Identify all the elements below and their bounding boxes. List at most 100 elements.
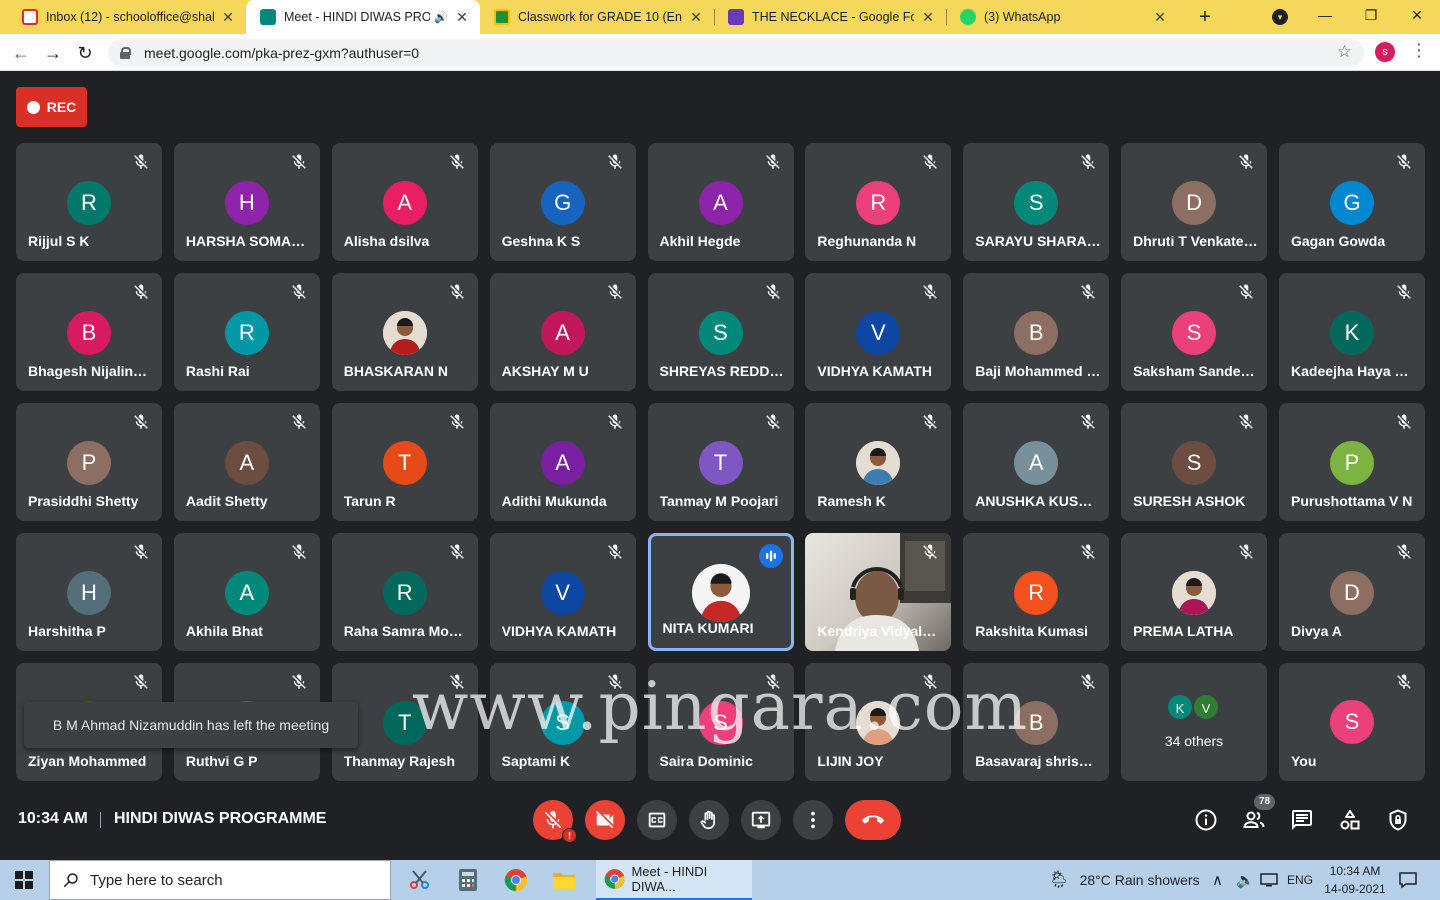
chat-button[interactable] bbox=[1288, 806, 1316, 834]
mic-toggle-button[interactable]: ! bbox=[533, 800, 577, 843]
activities-button[interactable] bbox=[1336, 806, 1364, 834]
participant-tile[interactable]: A Akhil Hegde bbox=[647, 143, 794, 261]
participant-tile[interactable]: T Tarun R bbox=[331, 403, 478, 521]
leave-call-button[interactable] bbox=[845, 800, 901, 840]
minimize-icon[interactable]: — bbox=[1312, 4, 1338, 26]
participant-count-badge: 78 bbox=[1254, 794, 1276, 810]
mic-off-icon bbox=[134, 544, 148, 559]
participant-tile[interactable]: NITA KUMARI bbox=[647, 533, 794, 651]
browser-menu-icon[interactable]: ⋮ bbox=[1410, 40, 1428, 61]
participant-tile[interactable]: P Prasiddhi Shetty bbox=[16, 403, 162, 521]
close-icon[interactable]: ✕ bbox=[688, 9, 704, 26]
notifications-icon[interactable] bbox=[1398, 860, 1418, 900]
window-close-icon[interactable]: ✕ bbox=[1404, 4, 1430, 26]
participant-tile[interactable]: D Divya A bbox=[1279, 533, 1425, 651]
lock-icon[interactable] bbox=[120, 47, 131, 59]
participant-tile[interactable]: G Gagan Gowda bbox=[1279, 143, 1425, 261]
calculator-button[interactable] bbox=[444, 860, 492, 900]
mic-off-icon bbox=[923, 544, 938, 559]
participant-tile[interactable]: PREMA LATHA bbox=[1121, 533, 1268, 651]
present-button[interactable] bbox=[741, 800, 781, 840]
participant-tile[interactable]: B Baji Mohammed Khan bbox=[963, 273, 1110, 391]
participant-tile[interactable]: K Kadeejha Haya Rahman bbox=[1279, 273, 1425, 391]
meeting-title: HINDI DIWAS PROGRAMME bbox=[114, 810, 327, 827]
avatar: K bbox=[1166, 693, 1194, 721]
mic-off-icon bbox=[1397, 674, 1411, 689]
participant-tile[interactable]: A Alisha dsilva bbox=[331, 143, 478, 261]
participant-tile[interactable]: B Bhagesh Nijalingappa bbox=[16, 273, 162, 391]
tab-search-icon[interactable]: ▾ bbox=[1272, 9, 1288, 25]
restore-icon[interactable]: ❐ bbox=[1358, 4, 1384, 26]
participant-name: Rakshita Kumasi bbox=[975, 623, 1089, 639]
participant-tile[interactable]: S SARAYU SHARANYA bbox=[963, 143, 1110, 261]
close-icon[interactable]: ✕ bbox=[220, 9, 236, 26]
close-icon[interactable]: ✕ bbox=[1152, 9, 1168, 26]
participant-tile[interactable]: A Akhila Bhat bbox=[173, 533, 320, 651]
people-button[interactable] bbox=[1240, 806, 1268, 834]
system-clock[interactable]: 10:34 AM 14-09-2021 bbox=[1322, 862, 1388, 898]
snipping-tool-button[interactable] bbox=[396, 860, 444, 900]
participant-tile[interactable]: R Raha Samra Mohammed bbox=[331, 533, 478, 651]
participant-tile[interactable]: A Aadit Shetty bbox=[173, 403, 320, 521]
avatar: R bbox=[382, 571, 427, 615]
participant-tile[interactable]: T Tanmay M Poojari bbox=[647, 403, 794, 521]
more-options-button[interactable] bbox=[793, 800, 833, 840]
participant-tile[interactable]: P Purushottama V N bbox=[1279, 403, 1425, 521]
tab-meet[interactable]: Meet - HINDI DIWAS PROGR 🔊 ✕ bbox=[246, 0, 480, 34]
profile-avatar[interactable]: s bbox=[1375, 42, 1395, 62]
participant-tile[interactable]: V VIDHYA KAMATH bbox=[489, 533, 636, 651]
close-icon[interactable]: ✕ bbox=[454, 9, 470, 26]
network-icon[interactable] bbox=[1260, 860, 1278, 900]
raise-hand-button[interactable] bbox=[689, 800, 729, 840]
new-tab-button[interactable]: + bbox=[1192, 4, 1218, 30]
bookmark-star-icon[interactable]: ☆ bbox=[1337, 42, 1352, 62]
search-placeholder: Type here to search bbox=[90, 871, 223, 889]
tab-classroom[interactable]: Classwork for GRADE 10 (English ✕ bbox=[480, 0, 714, 34]
others-tile[interactable]: K V 34 others bbox=[1121, 663, 1267, 781]
address-bar[interactable]: meet.google.com/pka-prez-gxm?authuser=0 … bbox=[108, 39, 1364, 67]
participant-tile[interactable]: S SHREYAS REDDY K bbox=[647, 273, 794, 391]
participant-tile[interactable]: A AKSHAY M U bbox=[489, 273, 636, 391]
speaker-icon[interactable]: 🔊 bbox=[434, 11, 448, 24]
forward-icon[interactable]: → bbox=[40, 40, 66, 66]
host-controls-button[interactable] bbox=[1384, 806, 1412, 834]
participant-tile[interactable]: S SURESH ASHOK bbox=[1121, 403, 1268, 521]
taskbar-search[interactable]: Type here to search bbox=[49, 860, 391, 900]
taskbar-running-app[interactable]: Meet - HINDI DIWA... bbox=[596, 860, 752, 900]
participant-tile[interactable]: R Rashi Rai bbox=[173, 273, 320, 391]
captions-button[interactable] bbox=[637, 800, 677, 840]
participant-tile[interactable]: Ramesh K bbox=[805, 403, 952, 521]
participant-tile[interactable]: S Saksham Sanderson bbox=[1121, 273, 1268, 391]
participant-tile[interactable]: H Harshitha P bbox=[16, 533, 162, 651]
tab-gmail[interactable]: Inbox (12) - schooloffice@shakti ✕ bbox=[8, 0, 246, 34]
file-explorer-button[interactable] bbox=[540, 860, 588, 900]
participant-tile[interactable]: G Geshna K S bbox=[489, 143, 636, 261]
participant-tile[interactable]: D Dhruti T Venkatesh bbox=[1121, 143, 1268, 261]
mic-off-icon bbox=[1239, 544, 1253, 559]
chrome-button[interactable] bbox=[492, 860, 540, 900]
participant-tile[interactable]: Kendriya Vidyalaya bbox=[805, 533, 952, 651]
monitor-icon bbox=[1260, 873, 1278, 887]
camera-toggle-button[interactable] bbox=[585, 800, 625, 840]
participant-tile[interactable]: H HARSHA SOMASHEKAR bbox=[173, 143, 320, 261]
participant-tile[interactable]: V VIDHYA KAMATH bbox=[805, 273, 952, 391]
meeting-details-button[interactable] bbox=[1192, 806, 1220, 834]
participant-tile[interactable]: R Rijjul S K bbox=[16, 143, 162, 261]
back-icon[interactable]: ← bbox=[8, 40, 34, 66]
start-button[interactable] bbox=[0, 860, 48, 900]
participant-tile[interactable]: A Adithi Mukunda bbox=[489, 403, 636, 521]
participant-tile[interactable]: BHASKARAN N bbox=[331, 273, 478, 391]
reload-icon[interactable]: ↻ bbox=[72, 40, 98, 66]
avatar: S bbox=[1330, 700, 1374, 744]
language-indicator[interactable]: ENG bbox=[1287, 860, 1313, 900]
close-icon[interactable]: ✕ bbox=[920, 9, 936, 26]
participant-tile[interactable]: R Rakshita Kumasi bbox=[963, 533, 1110, 651]
volume-icon[interactable]: 🔈 bbox=[1236, 860, 1255, 900]
participant-tile[interactable]: A ANUSHKA KUSHAL bbox=[963, 403, 1110, 521]
participant-tile[interactable]: R Reghunanda N bbox=[805, 143, 952, 261]
self-tile[interactable]: S You bbox=[1279, 663, 1425, 781]
tab-forms[interactable]: THE NECKLACE - Google Forms ✕ bbox=[714, 0, 946, 34]
hidden-icons-chevron-icon[interactable]: ∧ bbox=[1212, 860, 1223, 900]
weather-widget[interactable]: 🌦 28°C Rain showers bbox=[1048, 860, 1200, 900]
tab-whatsapp[interactable]: (3) WhatsApp ✕ bbox=[946, 0, 1178, 34]
